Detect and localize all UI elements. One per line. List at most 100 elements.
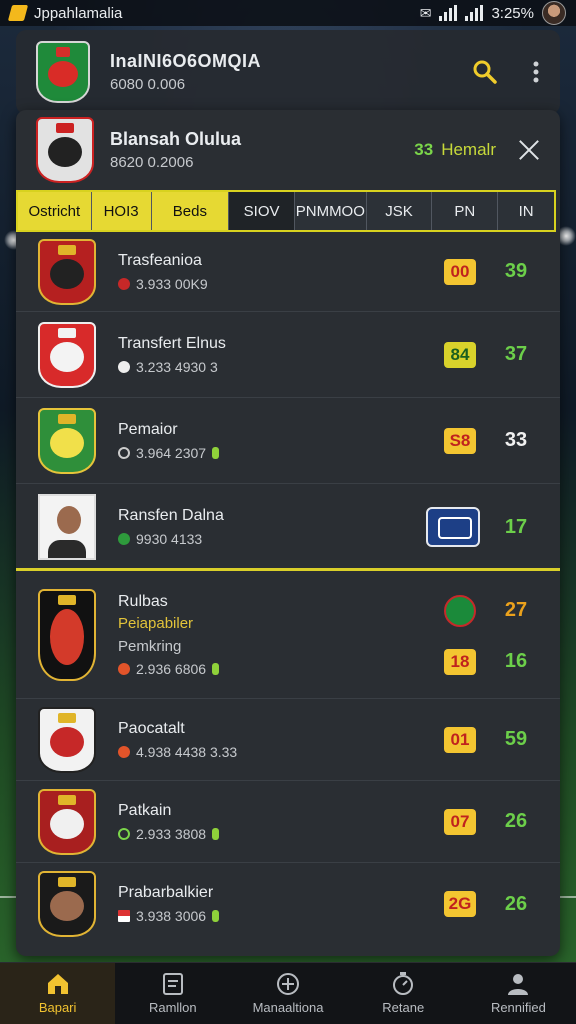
club-mini-crest-icon bbox=[444, 594, 476, 627]
tab-in[interactable]: IN bbox=[498, 192, 554, 230]
bottom-nav: Bapari Ramllon Manaaltiona Retane Rennif… bbox=[0, 962, 576, 1024]
nav-manaaltiona[interactable]: Manaaltiona bbox=[230, 963, 345, 1024]
close-icon[interactable] bbox=[518, 139, 540, 161]
panel-status-num: 33 bbox=[414, 140, 434, 159]
panel-status-label: Hemalr bbox=[441, 140, 496, 159]
item-meta: 3.233 4930 3 bbox=[136, 358, 218, 375]
heart-icon bbox=[118, 277, 130, 290]
nav-label: Retane bbox=[382, 1000, 425, 1015]
tab-ostricht[interactable]: Ostricht bbox=[18, 192, 92, 230]
rating-badge: 18 bbox=[444, 648, 476, 675]
nav-label: Bapari bbox=[38, 1000, 77, 1015]
list-item[interactable]: Transfert Elnus 3.233 4930 3 84 37 bbox=[16, 312, 560, 398]
plus-circle-icon bbox=[277, 973, 299, 995]
item-score: 26 bbox=[504, 810, 528, 832]
more-options-icon[interactable] bbox=[532, 60, 540, 84]
item-status: Pemkring bbox=[118, 637, 182, 655]
club-crest-icon bbox=[38, 238, 96, 305]
transfer-panel: Blansah Olulua 8620 0.2006 33 Hemalr Ost… bbox=[16, 110, 560, 956]
item-name: Paocatalt bbox=[118, 719, 185, 737]
item-meta: 3.964 2307 bbox=[136, 444, 207, 461]
club-crest-icon bbox=[38, 706, 96, 773]
tab-bar: Ostricht HOI3 Beds SIOV PNMMOO JSK PN IN bbox=[16, 190, 556, 232]
app-title: InaINI6O6OMQIA bbox=[110, 51, 262, 71]
rating-badge: 2G bbox=[444, 891, 476, 917]
nav-label: Manaaltiona bbox=[252, 1000, 324, 1015]
item-score: 39 bbox=[504, 260, 528, 282]
clock-icon bbox=[118, 446, 130, 459]
nav-label: Rennified bbox=[490, 1000, 546, 1015]
item-name: Patkain bbox=[118, 801, 172, 819]
club-crest-icon bbox=[36, 117, 94, 183]
rating-badge: 01 bbox=[444, 726, 476, 753]
avatar[interactable] bbox=[542, 1, 566, 25]
check-icon bbox=[118, 533, 130, 545]
item-score: 16 bbox=[504, 650, 528, 672]
tab-pn[interactable]: PN bbox=[432, 192, 499, 230]
item-meta: 3.938 3006 bbox=[136, 908, 207, 924]
item-meta: 3.933 00K9 bbox=[136, 275, 208, 292]
nav-home[interactable]: Bapari bbox=[0, 963, 116, 1024]
player-photo bbox=[38, 494, 96, 560]
clipboard-icon bbox=[162, 973, 183, 995]
check-icon bbox=[118, 827, 130, 840]
fire-icon bbox=[118, 745, 130, 758]
rating-badge: 07 bbox=[444, 808, 476, 835]
item-meta: 2.933 3808 bbox=[136, 825, 207, 842]
rating-badge: 00 bbox=[444, 258, 476, 285]
list-item[interactable]: Trasfeanioa 3.933 00K9 00 39 bbox=[16, 232, 560, 312]
item-score: 17 bbox=[504, 515, 528, 538]
profile-icon bbox=[508, 974, 529, 995]
list-item[interactable]: Rulbas Peiapabiler Pemkring 2.936 6806 2… bbox=[16, 571, 560, 699]
club-sticker-icon bbox=[426, 507, 480, 547]
tab-pnmmoo[interactable]: PNMMOO bbox=[294, 192, 367, 230]
search-icon[interactable] bbox=[472, 59, 498, 85]
list-item[interactable]: Pemaior 3.964 2307 S8 33 bbox=[16, 398, 560, 484]
item-name: Pemaior bbox=[118, 420, 178, 438]
list-item[interactable]: Prabarbalkier 3.938 3006 2G 26 bbox=[16, 863, 560, 945]
club-crest-icon bbox=[38, 321, 96, 388]
status-app-name: Jppahlamalia bbox=[34, 4, 123, 22]
tab-siov[interactable]: SIOV bbox=[229, 192, 295, 230]
tab-beds[interactable]: Beds bbox=[151, 192, 230, 230]
flag-icon bbox=[118, 910, 130, 922]
notification-icon: ✉ bbox=[419, 4, 432, 21]
item-name: Trasfeanioa bbox=[118, 251, 202, 269]
item-score: 37 bbox=[504, 343, 528, 365]
list-item[interactable]: Patkain 2.933 3808 07 26 bbox=[16, 781, 560, 863]
nav-retane[interactable]: Retane bbox=[346, 963, 461, 1024]
tab-hoi3[interactable]: HOI3 bbox=[91, 192, 152, 230]
tab-jsk[interactable]: JSK bbox=[366, 192, 433, 230]
list-item[interactable]: Ransfen Dalna 9930 4133 17 bbox=[16, 484, 560, 570]
status-bar: Jppahlamalia ✉ 3:25% bbox=[0, 0, 576, 26]
home-icon bbox=[47, 974, 68, 994]
item-meta: 9930 4133 bbox=[136, 531, 203, 547]
item-name: Rulbas bbox=[118, 592, 168, 610]
item-score: 33 bbox=[504, 429, 528, 451]
item-name: Ransfen Dalna bbox=[118, 507, 224, 524]
item-score: 26 bbox=[504, 892, 528, 915]
stopwatch-icon bbox=[393, 972, 414, 995]
club-crest-icon bbox=[36, 41, 90, 103]
signal-icon-2 bbox=[465, 5, 484, 21]
app-subtitle: 6080 0.006 bbox=[110, 76, 186, 93]
item-meta: 2.936 6806 bbox=[136, 660, 207, 677]
rating-badge: 84 bbox=[444, 341, 476, 368]
item-name: Prabarbalkier bbox=[118, 884, 214, 901]
item-name: Transfert Elnus bbox=[118, 334, 226, 352]
signal-icon bbox=[439, 5, 458, 21]
club-crest-icon bbox=[38, 788, 96, 855]
club-crest-icon bbox=[38, 871, 96, 937]
list-item[interactable]: Paocatalt 4.938 4438 3.33 01 59 bbox=[16, 699, 560, 781]
nav-profile[interactable]: Rennified bbox=[461, 963, 576, 1024]
nav-ramllon[interactable]: Ramllon bbox=[115, 963, 230, 1024]
club-crest-icon bbox=[38, 588, 96, 681]
panel-header: Blansah Olulua 8620 0.2006 33 Hemalr bbox=[16, 110, 560, 190]
nav-label: Ramllon bbox=[148, 1000, 197, 1015]
status-time: 3:25% bbox=[491, 4, 534, 22]
item-meta: 4.938 4438 3.33 bbox=[136, 743, 238, 760]
app-header: InaINI6O6OMQIA 6080 0.006 bbox=[16, 30, 560, 114]
item-side-score: 27 bbox=[504, 599, 528, 621]
item-score: 59 bbox=[504, 728, 528, 750]
club-crest-icon bbox=[38, 407, 96, 474]
